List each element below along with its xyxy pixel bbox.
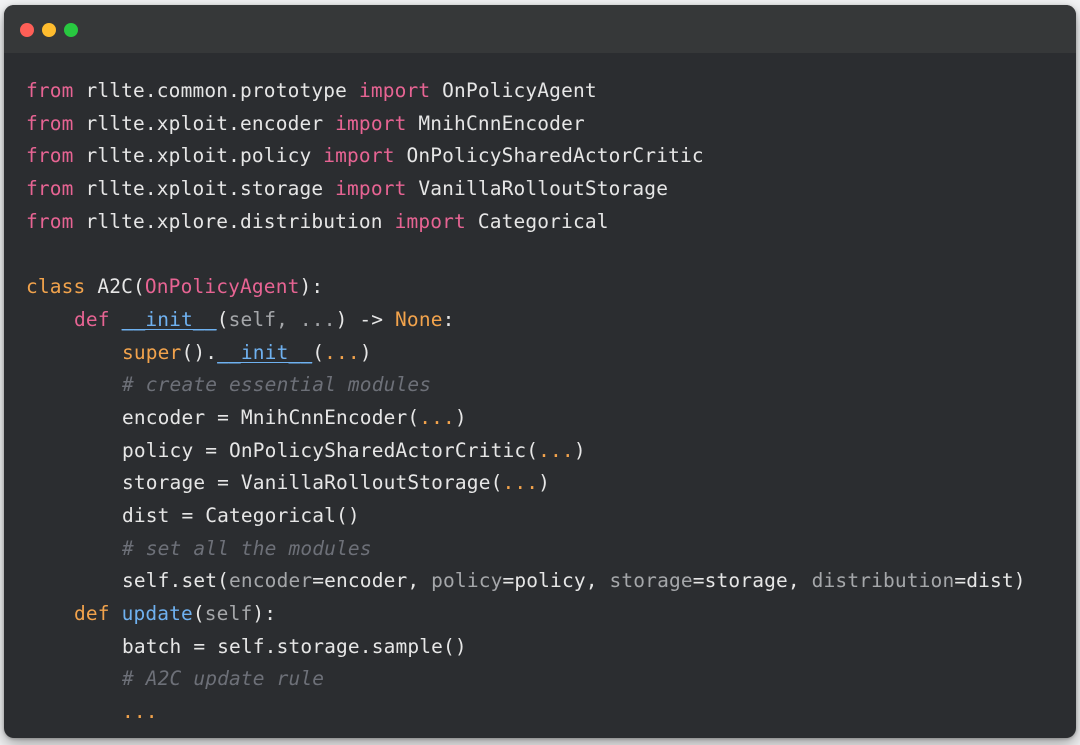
code-line-2: from rllte.xploit.encoder import MnihCnn…	[26, 111, 585, 135]
code-line-4: from rllte.xploit.storage import Vanilla…	[26, 177, 669, 201]
code-line-8: def __init__(self, ...) -> None:	[74, 307, 455, 331]
code-line-10: # create essential modules	[122, 373, 432, 397]
code-line-3: from rllte.xploit.policy import OnPolicy…	[26, 144, 704, 168]
code-block: from rllte.common.prototype import OnPol…	[26, 75, 1026, 729]
code-line-14: dist = Categorical()	[122, 503, 360, 527]
code-line-9: super().__init__(...)	[122, 340, 372, 364]
code-line-19: # A2C update rule	[122, 667, 325, 691]
code-line-1: from rllte.common.prototype import OnPol…	[26, 79, 597, 102]
minimize-window-button[interactable]	[42, 23, 56, 37]
code-line-5: from rllte.xplore.distribution import Ca…	[26, 209, 609, 233]
code-window: from rllte.common.prototype import OnPol…	[4, 5, 1076, 738]
code-line-15: # set all the modules	[122, 536, 372, 560]
maximize-window-button[interactable]	[64, 23, 78, 37]
code-line-16: self.set(encoder=encoder, policy=policy,…	[122, 569, 1026, 593]
code-line-11: encoder = MnihCnnEncoder(...)	[122, 405, 467, 429]
code-line-20: ...	[122, 700, 158, 724]
code-line-18: batch = self.storage.sample()	[122, 634, 467, 658]
close-window-button[interactable]	[20, 23, 34, 37]
code-line-12: policy = OnPolicySharedActorCritic(...)	[122, 438, 586, 462]
code-line-17: def update(self):	[74, 602, 277, 625]
code-line-7: class A2C(OnPolicyAgent):	[26, 275, 324, 299]
window-titlebar	[4, 5, 1076, 53]
code-line-13: storage = VanillaRolloutStorage(...)	[122, 471, 551, 495]
